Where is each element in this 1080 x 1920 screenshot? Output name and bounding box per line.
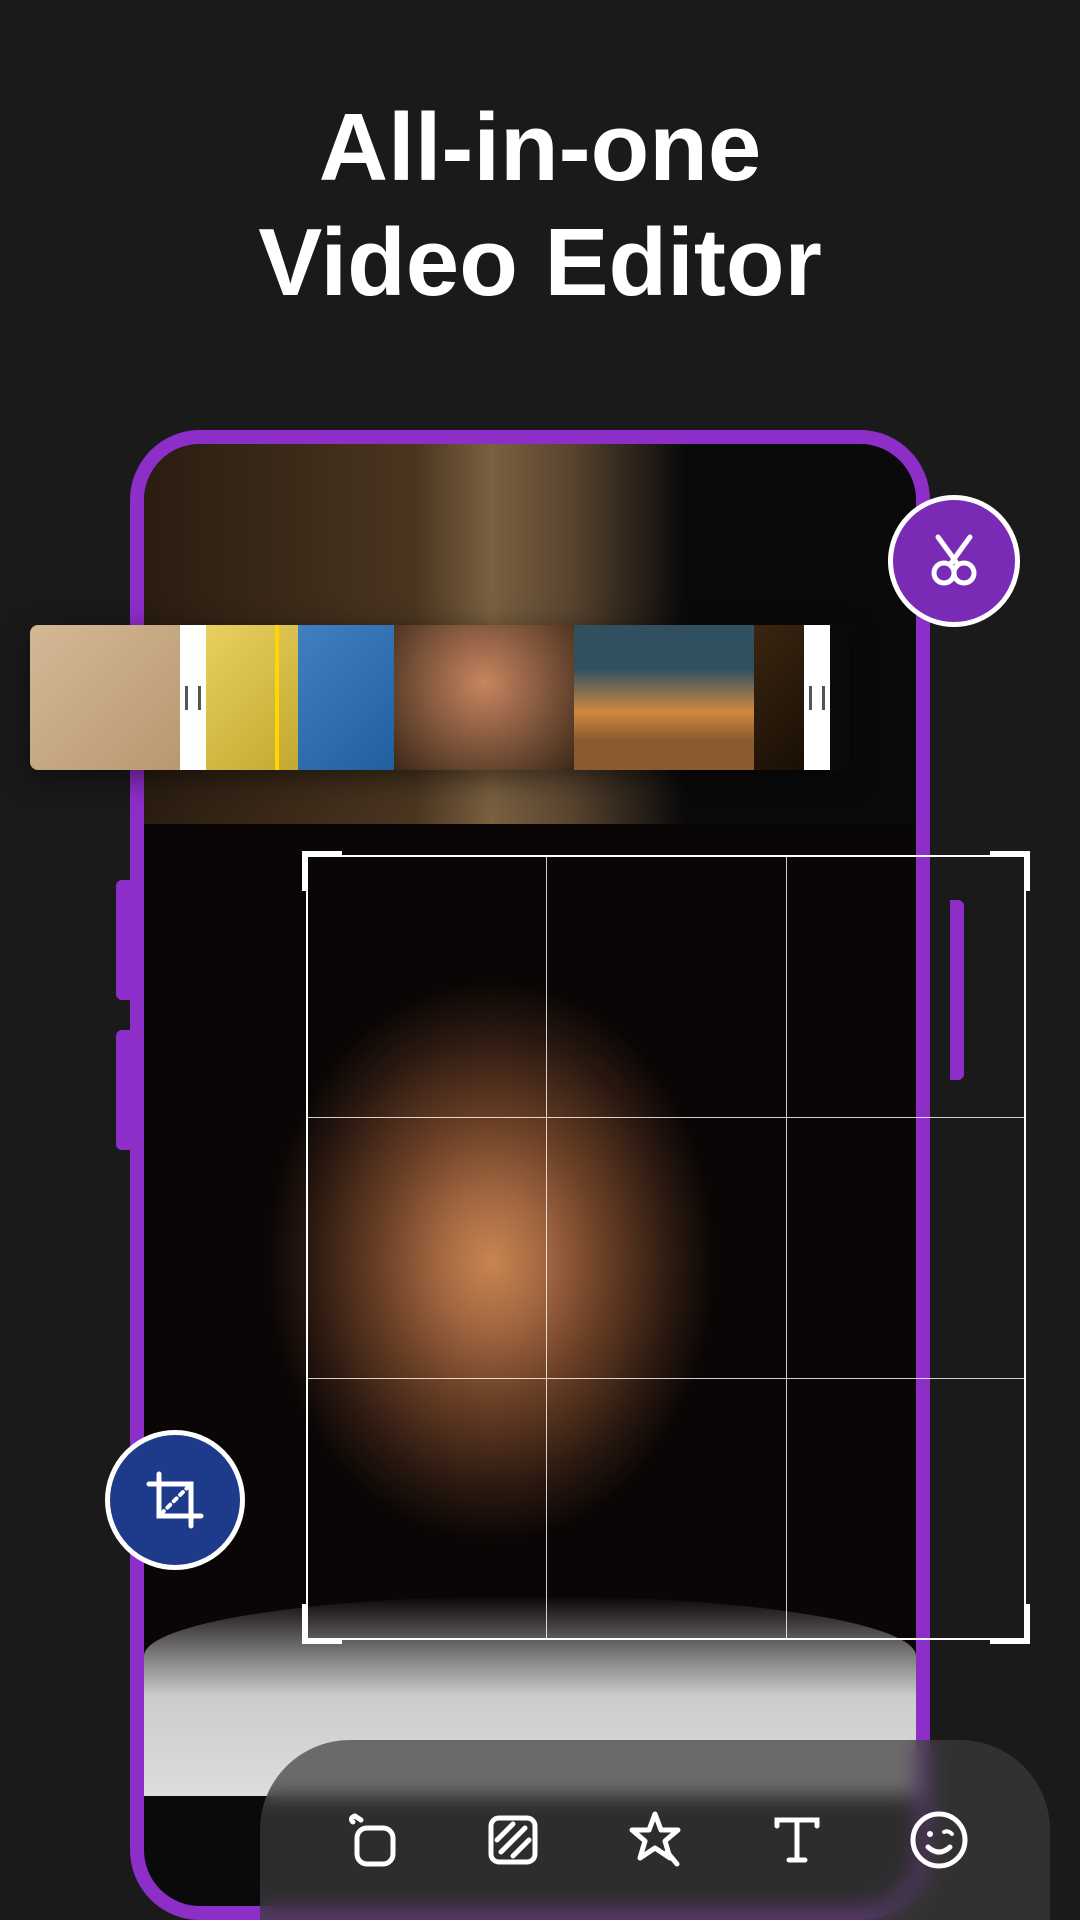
crop-icon — [139, 1464, 211, 1536]
clip-trim-handle-right[interactable] — [804, 625, 830, 770]
rotate-button[interactable] — [331, 1800, 411, 1880]
scissors-icon — [922, 529, 986, 593]
headline-line2: Video Editor — [0, 205, 1080, 320]
rotate-icon — [339, 1808, 403, 1872]
main-photo-preview[interactable] — [144, 824, 916, 1796]
text-icon — [769, 1812, 825, 1868]
filter-button[interactable] — [473, 1800, 553, 1880]
headline-line1: All-in-one — [0, 90, 1080, 205]
bottom-toolbar — [260, 1740, 1050, 1920]
clip-trim-handle-left[interactable] — [180, 625, 206, 770]
smile-icon — [908, 1809, 970, 1871]
timeline-clip[interactable] — [754, 625, 804, 770]
phone-power — [950, 900, 964, 1080]
timeline-clip[interactable] — [394, 625, 574, 770]
timeline-clip[interactable] — [30, 625, 180, 770]
crop-handle-br[interactable] — [990, 1604, 1030, 1644]
timeline-clip[interactable] — [574, 625, 754, 770]
effects-button[interactable] — [615, 1800, 695, 1880]
timeline-clip[interactable] — [298, 625, 394, 770]
cut-tool-badge[interactable] — [888, 495, 1020, 627]
phone-volume-up — [116, 880, 130, 1000]
crop-tool-badge[interactable] — [105, 1430, 245, 1570]
timeline-scrubber[interactable] — [275, 625, 279, 770]
crop-handle-tr[interactable] — [990, 851, 1030, 891]
filter-icon — [483, 1810, 543, 1870]
star-icon — [623, 1808, 687, 1872]
timeline-clip[interactable] — [206, 625, 298, 770]
promo-headline: All-in-one Video Editor — [0, 0, 1080, 320]
text-button[interactable] — [757, 1800, 837, 1880]
sticker-button[interactable] — [899, 1800, 979, 1880]
timeline[interactable] — [30, 625, 850, 770]
phone-volume-down — [116, 1030, 130, 1150]
